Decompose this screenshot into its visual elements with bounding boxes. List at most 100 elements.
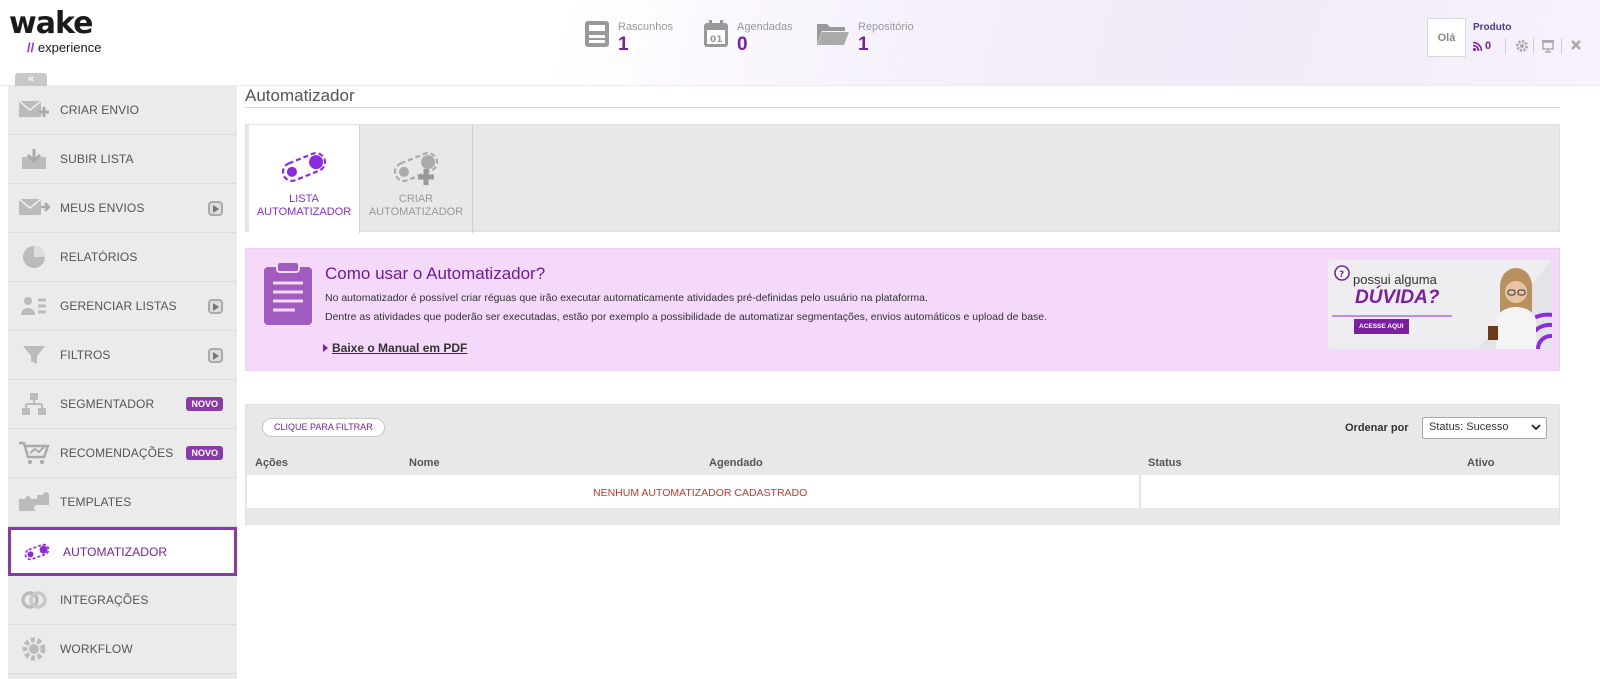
sidebar-item-meus-envios[interactable]: MEUS ENVIOS	[8, 184, 237, 233]
rss-indicator[interactable]: 0	[1473, 40, 1491, 52]
column-header-nome[interactable]: Nome	[409, 457, 440, 469]
header-divider	[1561, 38, 1562, 54]
download-manual-link[interactable]: Baixe o Manual em PDF	[323, 341, 467, 355]
stat-agendadas[interactable]: 01 Agendadas 0	[703, 20, 793, 56]
empty-message: NENHUM AUTOMATIZADOR CADASTRADO	[593, 487, 808, 499]
sidebar-item-label: WORKFLOW	[60, 642, 133, 656]
sidebar-item-label: INTEGRAÇÕES	[60, 593, 149, 607]
pie-chart-icon	[23, 246, 45, 268]
document-icon	[264, 261, 312, 325]
funnel-icon	[23, 346, 45, 364]
table-row-cell	[1141, 475, 1559, 508]
order-select[interactable]: Status: Sucesso	[1422, 417, 1547, 439]
stat-label: Repositório	[858, 21, 914, 33]
page-title: Automatizador	[245, 86, 1560, 108]
gear-icon[interactable]	[1515, 39, 1529, 53]
tab-label: AUTOMATIZADOR	[256, 206, 352, 218]
automation-icon	[24, 543, 50, 560]
sidebar-item-label: MEUS ENVIOS	[60, 201, 145, 215]
info-text: Dentre as atividades que poderão ser exe…	[325, 311, 1048, 323]
tab-label: CRIAR	[398, 193, 434, 205]
table-row: NENHUM AUTOMATIZADOR CADASTRADO	[247, 475, 1140, 508]
hierarchy-icon	[22, 393, 46, 415]
sidebar-item-label: SUBIR LISTA	[60, 152, 134, 166]
save-icon	[585, 21, 609, 47]
stat-label: Agendadas	[737, 21, 793, 33]
rss-icon	[1473, 41, 1482, 51]
info-text: No automatizador é possível criar réguas…	[325, 292, 928, 304]
sidebar-item-relatorios[interactable]: RELATÓRIOS	[8, 233, 237, 282]
sidebar-item-label: RELATÓRIOS	[60, 250, 138, 264]
product-label[interactable]: Produto	[1473, 22, 1511, 33]
stat-label: Rascunhos	[618, 21, 674, 33]
info-panel: Como usar o Automatizador? No automatiza…	[245, 248, 1560, 371]
tab-label: AUTOMATIZADOR	[368, 206, 464, 218]
sidebar-item-gerenciar-listas[interactable]: GERENCIAR LISTAS	[8, 282, 237, 331]
calendar-icon: 01	[704, 20, 728, 47]
automation-icon	[281, 152, 327, 182]
sidebar-item-automatizador[interactable]: AUTOMATIZADOR	[8, 527, 237, 576]
gear-icon	[22, 637, 46, 661]
sidebar-item-filtros[interactable]: FILTROS	[8, 331, 237, 380]
user-area[interactable]: Olá	[1427, 18, 1466, 57]
column-header-agendado[interactable]: Agendado	[709, 457, 763, 469]
puzzle-icon	[19, 492, 49, 511]
top-header: wake // experience Rascunhos 1 01 Agendad…	[0, 0, 1600, 86]
close-icon[interactable]	[1570, 39, 1582, 51]
automation-list-panel: CLIQUE PARA FILTRAR Ordenar por Status: …	[245, 404, 1560, 525]
new-badge: NOVO	[186, 446, 223, 460]
sidebar-item-label: RECOMENDAÇÕES	[60, 446, 174, 460]
stat-value: 1	[858, 34, 869, 55]
integration-icon	[21, 591, 47, 609]
tabs-panel: LISTA AUTOMATIZADOR CRIAR AUTOMATIZADOR	[245, 124, 1560, 233]
play-icon[interactable]	[208, 201, 223, 216]
tab-label: LISTA	[289, 193, 319, 205]
stat-value: 1	[618, 34, 629, 55]
column-header-status[interactable]: Status	[1148, 457, 1182, 469]
upload-list-icon	[22, 149, 46, 169]
greeting-avatar[interactable]: Olá	[1427, 18, 1466, 57]
header-divider	[1533, 38, 1534, 54]
sidebar: CRIAR ENVIO SUBIR LISTA MEUS ENVIOS RELA…	[8, 86, 237, 679]
sidebar-item-templates[interactable]: TEMPLATES	[8, 478, 237, 527]
tab-criar-automatizador[interactable]: CRIAR AUTOMATIZADOR	[359, 125, 473, 233]
wake-logo[interactable]: wake // experience	[9, 6, 102, 56]
play-icon[interactable]	[208, 299, 223, 314]
folder-icon	[817, 24, 849, 45]
play-icon[interactable]	[208, 348, 223, 363]
send-plus-icon	[18, 100, 49, 117]
svg-text:01: 01	[710, 35, 723, 45]
collapse-sidebar-button[interactable]: «	[15, 73, 47, 86]
tab-lista-automatizador[interactable]: LISTA AUTOMATIZADOR	[249, 125, 359, 233]
order-label: Ordenar por	[1345, 422, 1409, 434]
stat-value: 0	[737, 34, 748, 55]
column-header-ativo[interactable]: Ativo	[1467, 457, 1495, 469]
sidebar-item-criar-envio[interactable]: CRIAR ENVIO	[8, 86, 237, 135]
sidebar-item-label: SEGMENTADOR	[60, 397, 155, 411]
arrow-right-icon	[323, 344, 328, 352]
sidebar-item-workflow[interactable]: WORKFLOW	[8, 625, 237, 674]
column-header-acoes[interactable]: Ações	[255, 457, 288, 469]
order-select-value: Status: Sucesso	[1429, 421, 1509, 433]
sidebar-item-subir-lista[interactable]: SUBIR LISTA	[8, 135, 237, 184]
help-banner[interactable]: ? possui alguma DÚVIDA? ACESSE AQUI	[1328, 260, 1552, 349]
sidebar-item-recomendacoes[interactable]: RECOMENDAÇÕES NOVO	[8, 429, 237, 478]
rss-count: 0	[1485, 40, 1492, 52]
manage-lists-icon	[21, 297, 46, 315]
sidebar-item-label: CRIAR ENVIO	[60, 103, 140, 117]
my-sends-icon	[18, 198, 51, 215]
stat-repositorio[interactable]: Repositório 1	[816, 20, 914, 56]
new-badge: NOVO	[186, 397, 223, 411]
sidebar-item-label: GERENCIAR LISTAS	[60, 299, 177, 313]
logo-word: wake	[9, 6, 93, 41]
filter-button[interactable]: CLIQUE PARA FILTRAR	[262, 418, 385, 437]
banner-access-button[interactable]: ACESSE AQUI	[1354, 319, 1409, 334]
sidebar-item-integracoes[interactable]: INTEGRAÇÕES	[8, 576, 237, 625]
logo-sub: // experience	[27, 40, 102, 55]
presentation-icon[interactable]	[1541, 39, 1555, 53]
banner-top-text: possui alguma	[1353, 272, 1437, 287]
stat-rascunhos[interactable]: Rascunhos 1	[584, 20, 673, 56]
sidebar-item-segmentador[interactable]: SEGMENTADOR NOVO	[8, 380, 237, 429]
sidebar-item-label: FILTROS	[60, 348, 111, 362]
cart-icon	[19, 441, 50, 464]
